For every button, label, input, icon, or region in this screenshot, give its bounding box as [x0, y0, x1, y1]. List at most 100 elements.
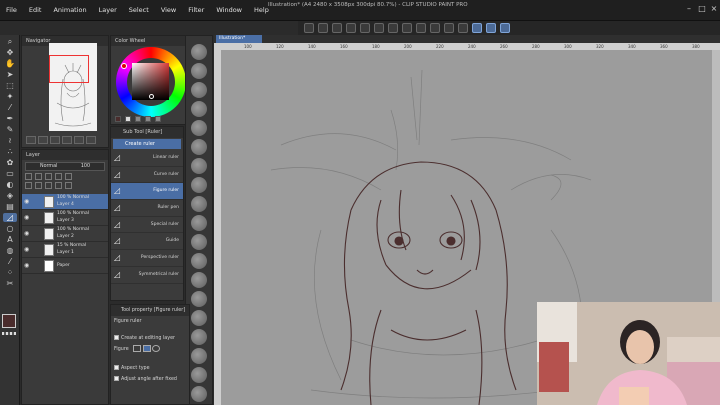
new-icon[interactable]: [304, 23, 314, 33]
layer-row[interactable]: ◉ 100 % Normal Layer 3: [22, 210, 108, 226]
close-icon[interactable]: ×: [709, 5, 719, 13]
brush-size-preset[interactable]: [191, 82, 207, 98]
airbrush-icon[interactable]: ∴: [3, 147, 17, 156]
menu-animation[interactable]: Animation: [47, 0, 92, 21]
subtool-item[interactable]: ◿ Special ruler: [111, 217, 183, 234]
undo-icon[interactable]: [346, 23, 356, 33]
brush-size-preset[interactable]: [191, 196, 207, 212]
transform-icon[interactable]: [388, 23, 398, 33]
merge-icon[interactable]: [55, 182, 62, 189]
text-icon[interactable]: A: [3, 235, 17, 244]
eye-icon[interactable]: ◉: [24, 230, 29, 237]
brush-size-preset[interactable]: [191, 272, 207, 288]
magnifier-icon[interactable]: ⌕: [3, 37, 17, 46]
hue-marker[interactable]: [121, 63, 127, 69]
reference-icon[interactable]: [35, 173, 42, 180]
subtool-item[interactable]: ◿ Linear ruler: [111, 150, 183, 167]
fill-icon[interactable]: ◈: [3, 191, 17, 200]
aspect-type-checkbox[interactable]: [114, 365, 119, 370]
figure-line-icon[interactable]: [133, 345, 142, 352]
blend-mode-select[interactable]: Normal 100: [25, 162, 105, 171]
eye-icon[interactable]: ◉: [24, 246, 29, 253]
brush-size-preset[interactable]: [191, 139, 207, 155]
subtool-item[interactable]: ◿ Symmetrical ruler: [111, 267, 183, 284]
fill-selection-icon[interactable]: [444, 23, 454, 33]
pen-icon[interactable]: ✒: [3, 114, 17, 123]
figure-rect-icon[interactable]: [142, 345, 151, 352]
aspect-type-row[interactable]: Aspect type: [111, 363, 189, 374]
eyedropper-icon[interactable]: ⁄: [3, 103, 17, 112]
eye-icon[interactable]: ◉: [24, 214, 29, 221]
crop-icon[interactable]: [430, 23, 440, 33]
brush-size-preset[interactable]: [191, 367, 207, 383]
eraser-icon[interactable]: ▭: [3, 169, 17, 178]
menu-filter[interactable]: Filter: [182, 0, 210, 21]
layer-row[interactable]: ◉ 100 % Normal Layer 2: [22, 226, 108, 242]
lock-icon[interactable]: [55, 173, 62, 180]
ruler-snap-icon[interactable]: [458, 23, 468, 33]
navigator-viewport-frame[interactable]: [49, 55, 89, 83]
create-at-editing-layer-checkbox[interactable]: [114, 335, 119, 340]
snap-to-grid-icon[interactable]: [500, 23, 510, 33]
opacity-value[interactable]: 100: [81, 163, 90, 171]
decoration-icon[interactable]: ✿: [3, 158, 17, 167]
brush-size-preset[interactable]: [191, 329, 207, 345]
transparent-color-swatch[interactable]: [2, 332, 16, 335]
canvas-tab[interactable]: Illustration*: [216, 35, 262, 43]
flip-icon[interactable]: [86, 136, 96, 144]
layer-tab[interactable]: Layer: [22, 150, 108, 160]
subtool-item[interactable]: ◿ Curve ruler: [111, 167, 183, 184]
main-color-swatch[interactable]: [2, 314, 16, 328]
menu-file[interactable]: File: [0, 0, 23, 21]
menu-view[interactable]: View: [155, 0, 182, 21]
brush-size-preset[interactable]: [191, 177, 207, 193]
color-wheel-tab[interactable]: Color Wheel: [111, 36, 194, 46]
figure-ellipse-icon[interactable]: [152, 345, 161, 352]
save-icon[interactable]: [332, 23, 342, 33]
brush-size-preset[interactable]: [191, 253, 207, 269]
brush-icon[interactable]: ≀: [3, 136, 17, 145]
delete-layer-icon[interactable]: [65, 182, 72, 189]
menu-layer[interactable]: Layer: [93, 0, 123, 21]
rotate-left-icon[interactable]: [62, 136, 72, 144]
brush-size-preset[interactable]: [191, 234, 207, 250]
draft-icon[interactable]: [45, 173, 52, 180]
rotate-right-icon[interactable]: [74, 136, 84, 144]
new-raster-layer-icon[interactable]: [25, 182, 32, 189]
select-icon[interactable]: ⬚: [3, 81, 17, 90]
menu-edit[interactable]: Edit: [23, 0, 48, 21]
color-picker-marker[interactable]: [149, 94, 154, 99]
brush-size-preset[interactable]: [191, 120, 207, 136]
subtool-item[interactable]: ◿ Ruler pen: [111, 200, 183, 217]
ruler-icon[interactable]: ◿: [3, 213, 17, 222]
balloon-icon[interactable]: ◍: [3, 246, 17, 255]
menu-select[interactable]: Select: [123, 0, 155, 21]
correct-line-icon[interactable]: ⁄: [3, 257, 17, 266]
zoom-out-icon[interactable]: [26, 136, 36, 144]
figure-icon[interactable]: ○: [3, 224, 17, 233]
menu-window[interactable]: Window: [210, 0, 248, 21]
invert-selection-icon[interactable]: [416, 23, 426, 33]
zoom-in-icon[interactable]: [38, 136, 48, 144]
create-at-editing-layer-row[interactable]: Create at editing layer: [111, 333, 189, 344]
hand-icon[interactable]: ✋: [3, 59, 17, 68]
new-folder-icon[interactable]: [45, 182, 52, 189]
brush-size-preset[interactable]: [191, 44, 207, 60]
spray-icon[interactable]: ⁘: [3, 268, 17, 277]
blend-icon[interactable]: ◐: [3, 180, 17, 189]
layer-row[interactable]: ◉ 100 % Normal Layer 4: [22, 194, 108, 210]
brush-size-preset[interactable]: [191, 63, 207, 79]
brush-size-preset[interactable]: [191, 291, 207, 307]
maximize-icon[interactable]: □: [697, 5, 707, 13]
layer-row[interactable]: ◉ 15 % Normal Layer 1: [22, 242, 108, 258]
adjust-angle-checkbox[interactable]: [114, 376, 119, 381]
subtool-item[interactable]: ◿ Perspective ruler: [111, 250, 183, 267]
brush-size-preset[interactable]: [191, 101, 207, 117]
clear-icon[interactable]: [374, 23, 384, 33]
sub-color-mini-swatch[interactable]: [125, 116, 131, 122]
mask-icon[interactable]: [65, 173, 72, 180]
auto-select-icon[interactable]: ✦: [3, 92, 17, 101]
snap-to-special-ruler-icon[interactable]: [486, 23, 496, 33]
snap-to-ruler-icon[interactable]: [472, 23, 482, 33]
move-icon[interactable]: ✥: [3, 48, 17, 57]
